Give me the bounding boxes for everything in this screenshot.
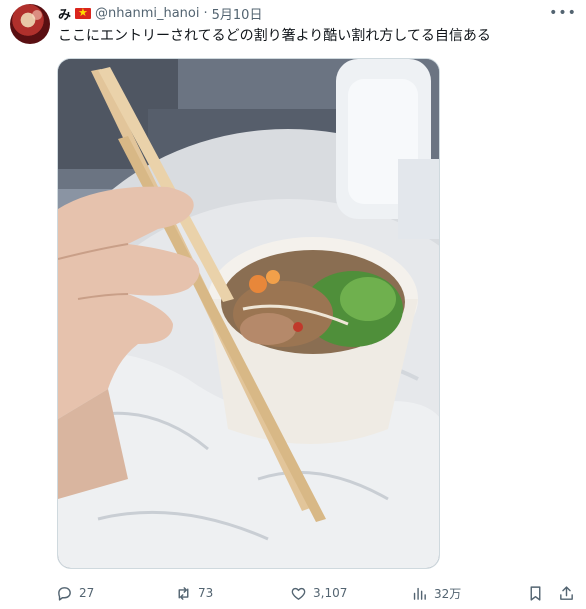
more-horizontal-icon: ••• [549,5,577,21]
tweet-text: ここにエントリーされてるどの割り箸より酷い割れ方してる自信ある [58,28,491,44]
photo-image [58,59,439,568]
reply-icon [58,586,71,601]
share-icon [560,585,573,600]
vietnam-flag-icon [75,5,92,21]
avatar[interactable] [10,4,50,44]
share-button[interactable] [558,582,575,604]
reply-button[interactable]: 27 [56,582,94,604]
action-bar: 27 73 3,107 32万 [0,582,586,604]
tweet-header: み @nhanmi_hanoi · 5月10日 [58,4,263,23]
bookmark-button[interactable] [527,582,544,604]
like-button[interactable]: 3,107 [290,582,347,604]
views-button[interactable]: 32万 [411,582,461,604]
views-count: 32万 [434,586,462,601]
retweet-count: 73 [198,586,214,600]
bookmark-icon [530,585,541,601]
heart-icon [291,587,306,600]
views-bar-chart-icon [413,587,426,600]
retweet-icon [178,586,189,600]
more-options-button[interactable]: ••• [549,3,577,23]
separator: · [203,5,208,21]
retweet-button[interactable]: 73 [175,582,213,604]
display-name[interactable]: み [58,4,71,23]
reply-count: 27 [79,586,95,600]
post-date[interactable]: 5月10日 [212,4,263,23]
tweet-photo[interactable] [57,58,440,569]
like-count: 3,107 [313,586,348,600]
user-handle[interactable]: @nhanmi_hanoi [95,6,199,21]
